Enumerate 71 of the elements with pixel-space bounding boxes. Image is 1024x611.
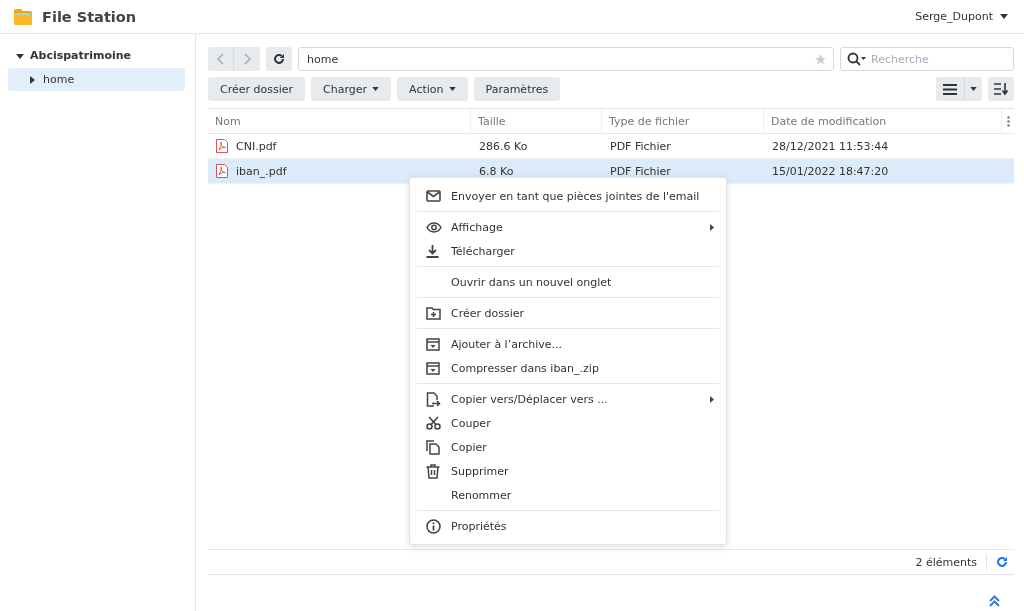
table-cell: 6.8 Ko (479, 164, 514, 178)
menu-item[interactable]: Télécharger (410, 239, 726, 263)
star-icon[interactable] (814, 52, 827, 66)
table-cell: CNI.pdf (236, 139, 277, 153)
scissors-icon (426, 416, 441, 430)
pdf-file-icon (216, 164, 228, 178)
refresh-icon[interactable] (996, 556, 1008, 568)
chevron-left-icon (216, 53, 225, 65)
double-chevron-up-icon[interactable] (989, 595, 1000, 607)
trash-icon (426, 463, 440, 479)
menu-item[interactable]: Couper (410, 411, 726, 435)
archive-icon (426, 361, 440, 375)
menu-item[interactable]: Affichage (410, 215, 726, 239)
caret-icon (16, 51, 24, 60)
pdf-file-icon (216, 139, 228, 153)
tree-item[interactable]: home (8, 68, 185, 91)
menu-item[interactable]: Copier vers/Déplacer vers ... (410, 387, 726, 411)
menu-item[interactable]: Renommer (410, 483, 726, 507)
toolbar-button[interactable]: Créer dossier (208, 77, 306, 101)
toolbar-button[interactable]: Charger (311, 77, 392, 101)
menu-item[interactable]: Propriétés (410, 514, 726, 538)
toolbar-button[interactable]: Paramètres (473, 77, 561, 101)
menu-item[interactable]: Ajouter à l’archive... (410, 332, 726, 356)
menu-item[interactable]: Copier (410, 435, 726, 459)
path-field[interactable]: home (298, 47, 834, 71)
item-count: 2 éléments (915, 555, 977, 569)
chevron-right-icon (243, 53, 251, 65)
menu-item[interactable]: Supprimer (410, 459, 726, 483)
user-menu[interactable]: Serge_Dupont (915, 10, 1008, 23)
column-header[interactable]: Taille (471, 109, 602, 133)
caret-icon (448, 87, 456, 91)
eye-icon (426, 221, 442, 233)
tree-item[interactable]: Abcispatrimoine (8, 44, 185, 67)
table-cell: 28/12/2021 11:53:44 (772, 139, 889, 153)
submenu-arrow-icon (710, 223, 714, 231)
file-arrow-icon (426, 391, 441, 407)
column-header[interactable]: Nom (208, 109, 471, 133)
refresh-icon (273, 53, 285, 65)
caret-icon (28, 75, 36, 84)
table-cell: 15/01/2022 18:47:20 (772, 164, 889, 178)
download-icon (426, 244, 439, 258)
view-dropdown-button[interactable] (964, 77, 982, 101)
table-cell: 286.6 Ko (479, 139, 528, 153)
table-cell: iban_.pdf (236, 164, 287, 178)
sort-button[interactable] (988, 77, 1014, 101)
column-header[interactable]: Date de modification (764, 109, 1002, 133)
folder-icon (13, 7, 33, 26)
menu-item[interactable]: Créer dossier (410, 301, 726, 325)
table-cell: PDF Fichier (610, 139, 671, 153)
menu-item[interactable]: Compresser dans iban_.zip (410, 356, 726, 380)
caret-icon (1000, 14, 1008, 19)
caret-icon (970, 87, 977, 91)
search-box[interactable]: Recherche (840, 47, 1014, 71)
window-title: File Station (42, 8, 137, 25)
table-cell: PDF Fichier (610, 164, 671, 178)
mail-icon (426, 190, 441, 202)
menu-item[interactable]: Ouvrir dans un nouvel onglet (410, 270, 726, 294)
submenu-arrow-icon (710, 395, 714, 403)
archive-icon (426, 337, 440, 351)
info-icon (426, 518, 441, 534)
sort-icon (994, 83, 1008, 95)
list-icon (943, 83, 957, 95)
toolbar-button[interactable]: Action (397, 77, 468, 101)
column-header[interactable]: Type de fichier (602, 109, 764, 133)
refresh-button[interactable] (266, 47, 292, 71)
menu-item[interactable]: Envoyer en tant que pièces jointes de l'email (410, 184, 726, 208)
search-icon (847, 52, 867, 66)
copy-icon (426, 439, 440, 455)
folder-plus-icon (426, 306, 441, 320)
more-icon[interactable] (1006, 115, 1010, 127)
caret-icon (372, 87, 380, 91)
